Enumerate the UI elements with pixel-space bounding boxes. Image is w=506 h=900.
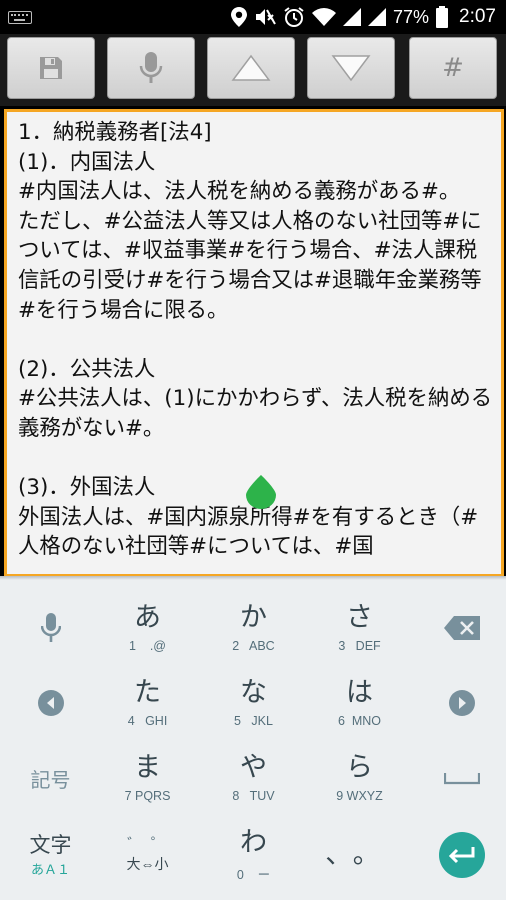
save-button[interactable]	[7, 37, 95, 99]
space-key[interactable]	[411, 741, 506, 815]
key-sub-label: 4 GHI	[127, 714, 168, 728]
microphone-icon	[40, 613, 61, 642]
floppy-disk-icon	[40, 57, 62, 79]
battery-percent: 77%	[392, 6, 430, 27]
key-sub-label: 8 TUV	[232, 789, 275, 803]
key-main-label: な	[240, 677, 267, 708]
input-mode-sub-label: あＡ１	[30, 861, 70, 877]
status-bar: 77% 2:07	[0, 0, 506, 34]
signal-icon-2	[367, 8, 386, 26]
key-main-label: や	[240, 752, 267, 783]
triangle-up-icon	[231, 54, 271, 81]
input-mode-key[interactable]: 文字 あＡ１	[0, 818, 101, 892]
key-main-label: た	[134, 677, 161, 708]
keyboard-notification-icon	[8, 11, 32, 24]
key-na[interactable]: な 5 JKL	[203, 666, 304, 740]
microphone-icon	[139, 52, 163, 83]
key-main-label: ら	[346, 752, 373, 783]
key-punctuation[interactable]: 、。	[309, 818, 410, 892]
key-sub-label: 0 ー	[236, 867, 271, 882]
location-icon	[230, 7, 247, 27]
scroll-up-button[interactable]	[207, 37, 295, 99]
battery-icon	[436, 6, 449, 28]
key-ra[interactable]: ら 9 WXYZ	[309, 741, 410, 815]
backspace-icon	[443, 616, 480, 640]
arrow-right-icon	[448, 690, 475, 716]
key-sub-label: 7 PQRS	[124, 789, 171, 803]
key-sub-label: 2 ABC	[232, 639, 275, 653]
text-editor[interactable]: 1．納税義務者[法4] (1)．内国法人 #内国法人は、法人税を納める義務がある…	[4, 109, 504, 577]
key-ha[interactable]: は 6 MNO	[309, 666, 410, 740]
key-ya[interactable]: や 8 TUV	[203, 741, 304, 815]
enter-key[interactable]	[411, 818, 506, 892]
wifi-icon	[311, 8, 336, 26]
key-main-label: あ	[134, 602, 161, 633]
key-main-label: わ	[240, 826, 267, 858]
arrow-left-icon	[37, 690, 64, 716]
key-a[interactable]: あ 1 .@	[97, 591, 198, 665]
alarm-icon	[284, 7, 304, 27]
hash-label: #	[442, 53, 464, 83]
enter-circle	[438, 832, 485, 878]
voice-key[interactable]	[0, 591, 101, 665]
clock: 2:07	[459, 6, 496, 27]
key-main-label: か	[240, 602, 267, 633]
key-sub-label: 1 .@	[128, 639, 166, 653]
scroll-down-button[interactable]	[307, 37, 395, 99]
dakuten-case-key[interactable]: ゛ ゜ 大⇔小	[97, 818, 198, 892]
screen: 77% 2:07 # 1．納税義務者[法4] (1)．内国法人 #内国法人は、法…	[0, 0, 506, 900]
dakuten-label: ゛ ゜	[127, 835, 168, 853]
software-keyboard: あ 1 .@ か 2 ABC さ 3 DEF た 4 GHI な 5 JKL は…	[0, 576, 506, 900]
key-main-label: さ	[346, 602, 373, 633]
toolbar: #	[0, 34, 506, 106]
enter-icon	[448, 847, 474, 864]
key-sub-label: 3 DEF	[338, 639, 381, 653]
key-ta[interactable]: た 4 GHI	[97, 666, 198, 740]
mute-icon	[255, 9, 276, 25]
input-mode-label: 文字	[29, 832, 72, 857]
keyboard-top-shadow	[0, 576, 506, 580]
key-main-label: ま	[134, 752, 161, 783]
key-wa[interactable]: わ 0 ー	[203, 818, 304, 892]
cursor-right-key[interactable]	[411, 666, 506, 740]
space-icon	[443, 773, 480, 785]
signal-icon	[342, 8, 361, 26]
symbol-key[interactable]: 記号	[0, 741, 101, 815]
symbol-key-label: 記号	[30, 767, 71, 792]
case-toggle-label: 大⇔小	[126, 856, 169, 872]
key-sub-label: 6 MNO	[337, 714, 382, 728]
backspace-key[interactable]	[411, 591, 506, 665]
triangle-down-icon	[331, 55, 371, 82]
key-main-label: は	[346, 677, 373, 708]
cursor-left-key[interactable]	[0, 666, 101, 740]
key-sub-label: 9 WXYZ	[336, 789, 383, 803]
key-ka[interactable]: か 2 ABC	[203, 591, 304, 665]
voice-input-button[interactable]	[107, 37, 195, 99]
hash-marker-button[interactable]: #	[409, 37, 497, 99]
key-sa[interactable]: さ 3 DEF	[309, 591, 410, 665]
status-icons: 77% 2:07	[230, 0, 496, 34]
key-main-label: 、。	[325, 839, 394, 870]
key-ma[interactable]: ま 7 PQRS	[97, 741, 198, 815]
text-cursor-handle[interactable]	[246, 475, 276, 509]
key-sub-label: 5 JKL	[234, 714, 273, 728]
